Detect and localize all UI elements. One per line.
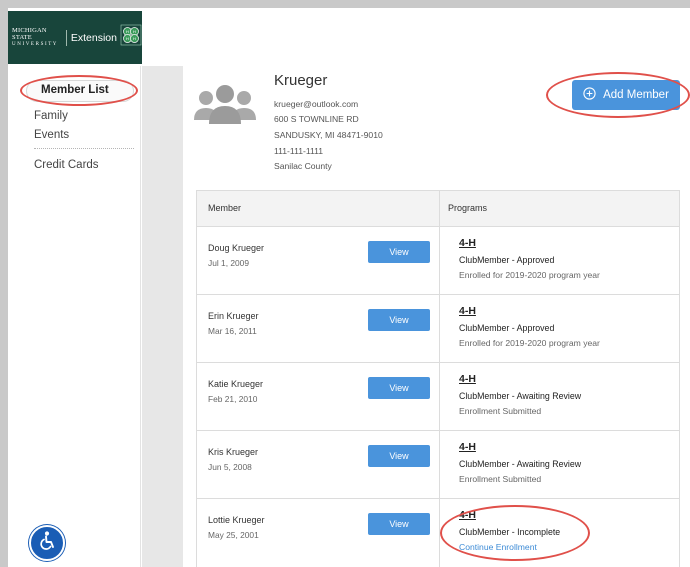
svg-text:H: H xyxy=(133,36,136,41)
program-status: ClubMember - Approved xyxy=(459,255,555,265)
table-row: Katie Krueger Feb 21, 2010 View 4-H Club… xyxy=(197,363,679,431)
column-divider xyxy=(439,191,440,567)
member-name: Doug Krueger xyxy=(208,243,265,253)
sidebar-nav: Member List Family Events Credit Cards xyxy=(8,66,141,567)
program-status: ClubMember - Approved xyxy=(459,323,555,333)
accessibility-button[interactable] xyxy=(29,525,65,561)
main-content: Krueger krueger@outlook.com 600 S TOWNLI… xyxy=(184,66,690,567)
logo-divider xyxy=(65,29,67,46)
program-link[interactable]: 4-H xyxy=(459,441,476,453)
view-button[interactable]: View xyxy=(368,241,430,263)
view-button[interactable]: View xyxy=(368,513,430,535)
program-note: Enrollment Submitted xyxy=(459,406,542,416)
table-row: Doug Krueger Jul 1, 2009 View 4-H ClubMe… xyxy=(197,227,679,295)
program-link[interactable]: 4-H xyxy=(459,373,476,385)
program-status: ClubMember - Incomplete xyxy=(459,527,561,537)
wheelchair-icon xyxy=(35,529,59,558)
header-programs: Programs xyxy=(448,203,488,213)
msu-extension-logo[interactable]: MICHIGAN STATE U N I V E R S I T Y Exten… xyxy=(8,11,142,64)
sidebar-item-events[interactable]: Events xyxy=(34,129,69,141)
family-address-line1: 600 S TOWNLINE RD xyxy=(274,114,359,124)
member-birthdate: Jun 5, 2008 xyxy=(208,462,252,472)
sidebar-item-credit-cards[interactable]: Credit Cards xyxy=(34,159,99,171)
logo-msu-line1: MICHIGAN STATE xyxy=(12,27,47,41)
svg-text:H: H xyxy=(126,36,129,41)
table-row: Kris Krueger Jun 5, 2008 View 4-H ClubMe… xyxy=(197,431,679,499)
program-note: Enrollment Submitted xyxy=(459,474,542,484)
top-bar: MICHIGAN STATE U N I V E R S I T Y Exten… xyxy=(8,8,690,66)
continue-enrollment-link[interactable]: Continue Enrollment xyxy=(459,542,537,552)
member-birthdate: Feb 21, 2010 xyxy=(208,394,258,404)
member-name: Kris Krueger xyxy=(208,447,259,457)
family-name: Krueger xyxy=(274,72,328,89)
sidebar-divider xyxy=(34,148,134,149)
table-header: Member Programs xyxy=(197,191,679,227)
table-row: Lottie Krueger May 25, 2001 View 4-H Clu… xyxy=(197,499,679,567)
member-name: Lottie Krueger xyxy=(208,515,265,525)
view-button[interactable]: View xyxy=(368,309,430,331)
family-email: krueger@outlook.com xyxy=(274,99,359,109)
family-county: Sanilac County xyxy=(274,161,332,171)
family-phone: 111-111-1111 xyxy=(274,146,324,156)
msu-wordmark: MICHIGAN STATE U N I V E R S I T Y xyxy=(12,27,62,48)
header-member: Member xyxy=(208,203,242,213)
program-note: Enrolled for 2019-2020 program year xyxy=(459,338,600,348)
family-avatar-icon xyxy=(194,84,256,133)
member-birthdate: Mar 16, 2011 xyxy=(208,326,257,336)
program-status: ClubMember - Awaiting Review xyxy=(459,391,582,401)
program-link[interactable]: 4-H xyxy=(459,509,476,521)
program-note: Enrolled for 2019-2020 program year xyxy=(459,270,600,280)
four-h-clover-icon: H H H H xyxy=(120,24,142,51)
member-birthdate: May 25, 2001 xyxy=(208,530,259,540)
gutter xyxy=(142,66,183,567)
member-name: Katie Krueger xyxy=(208,379,264,389)
app-window: MICHIGAN STATE U N I V E R S I T Y Exten… xyxy=(8,8,690,567)
program-status: ClubMember - Awaiting Review xyxy=(459,459,582,469)
view-button[interactable]: View xyxy=(368,445,430,467)
add-member-button[interactable]: Add Member xyxy=(572,80,680,110)
member-birthdate: Jul 1, 2009 xyxy=(208,258,249,268)
svg-text:H: H xyxy=(126,29,129,34)
program-link[interactable]: 4-H xyxy=(459,237,476,249)
view-button[interactable]: View xyxy=(368,377,430,399)
family-address-line2: SANDUSKY, MI 48471-9010 xyxy=(274,130,383,140)
add-member-label: Add Member xyxy=(603,89,669,101)
sidebar-item-member-list[interactable]: Member List xyxy=(26,80,134,102)
members-table: Member Programs Doug Krueger Jul 1, 2009… xyxy=(196,190,680,567)
sidebar-item-family[interactable]: Family xyxy=(34,110,68,122)
table-row: Erin Krueger Mar 16, 2011 View 4-H ClubM… xyxy=(197,295,679,363)
member-name: Erin Krueger xyxy=(208,311,259,321)
logo-msu-line2: U N I V E R S I T Y xyxy=(12,42,57,47)
svg-text:H: H xyxy=(133,29,136,34)
program-link[interactable]: 4-H xyxy=(459,305,476,317)
logo-extension-text: Extension xyxy=(70,31,117,44)
plus-circle-icon xyxy=(583,87,596,103)
